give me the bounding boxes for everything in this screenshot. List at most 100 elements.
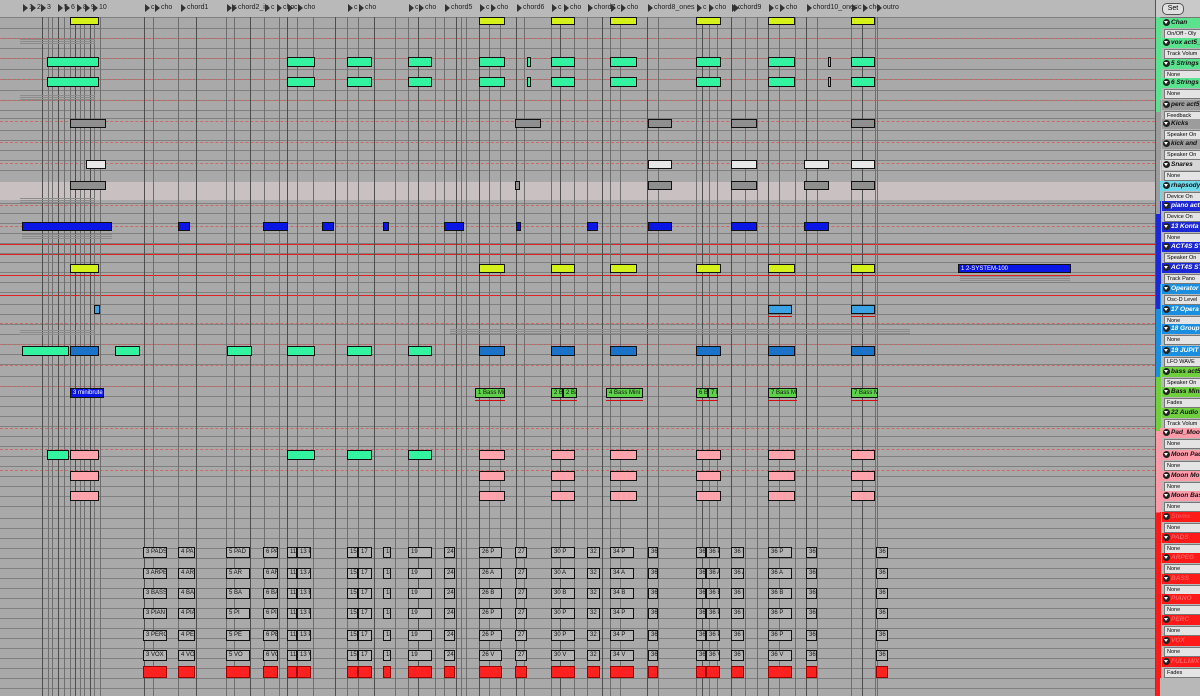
stem-clip[interactable]: 17 [358, 608, 372, 619]
stem-clip[interactable]: 11 P [287, 547, 297, 558]
stem-clip[interactable]: 13 P [297, 630, 311, 641]
track-title[interactable]: kick and [1162, 139, 1200, 149]
kick-clip[interactable] [731, 119, 757, 128]
kick-clip[interactable] [515, 119, 541, 128]
fold-icon[interactable] [1163, 554, 1170, 561]
moon-mo-clip[interactable] [479, 471, 505, 481]
fullmix-clip[interactable] [648, 666, 658, 678]
stem-clip[interactable]: 36 A [648, 568, 658, 579]
stem-clip[interactable]: 36 P [706, 547, 720, 558]
stem-clip[interactable]: 36 A [768, 568, 792, 579]
stem-clip[interactable]: 26 P [479, 608, 502, 619]
fold-icon[interactable] [1163, 60, 1170, 67]
rhapsody-clip[interactable] [804, 181, 829, 190]
stem-clip[interactable]: 27 [515, 630, 527, 641]
stem-clip[interactable]: 11 B [287, 588, 297, 599]
track-title[interactable]: ARPEG [1162, 553, 1200, 563]
stem-clip[interactable]: 18 VOX [383, 650, 391, 661]
pad-clip[interactable] [287, 450, 315, 460]
pad-clip[interactable] [47, 450, 69, 460]
stem-clip[interactable]: 36 V [648, 650, 658, 661]
track-header[interactable]: BASS None [1156, 574, 1200, 595]
strings-clip[interactable] [828, 77, 831, 87]
moon-mo-clip[interactable] [768, 471, 795, 481]
stem-clip[interactable]: 13 P [297, 608, 311, 619]
stem-clip[interactable]: 11 A [287, 568, 297, 579]
moon-bass-clip[interactable] [851, 491, 875, 501]
track-header[interactable]: ARPEG None [1156, 553, 1200, 574]
track-title[interactable]: ACT4S SYS [1162, 242, 1200, 252]
locator-marker[interactable]: cho [297, 1, 354, 15]
fold-icon[interactable] [1163, 306, 1170, 313]
track-title[interactable]: PIANO [1162, 594, 1200, 604]
piano-clip[interactable] [731, 222, 757, 231]
stem-clip[interactable]: 36 P [731, 608, 744, 619]
fold-icon[interactable] [1163, 161, 1170, 168]
stem-clip[interactable]: 19 [408, 547, 432, 558]
stem-clip[interactable]: 26 P [479, 547, 502, 558]
fold-icon[interactable] [1163, 575, 1170, 582]
stem-clip[interactable]: 5 VO [226, 650, 250, 661]
stem-clip[interactable]: 24 B [444, 588, 455, 599]
stem-clip[interactable]: 5 BA [226, 588, 250, 599]
stem-clip[interactable]: 36 P [648, 547, 658, 558]
track-header[interactable]: kick and Speaker On [1156, 139, 1200, 160]
stem-clip[interactable]: 32 [587, 630, 600, 641]
stem-clip[interactable]: 36 V [768, 650, 792, 661]
stem-clip[interactable]: 36 P [706, 630, 720, 641]
track-title[interactable]: 17 Opera [1162, 305, 1200, 315]
stem-clip[interactable]: 18 BASS [383, 588, 391, 599]
fold-icon[interactable] [1163, 347, 1170, 354]
automation-chooser[interactable]: None [1164, 439, 1200, 449]
fold-icon[interactable] [1163, 39, 1170, 46]
snare-clip[interactable] [648, 160, 672, 169]
stem-clip[interactable]: 36 B [706, 588, 720, 599]
track-title[interactable]: ACT4S ST [1162, 263, 1200, 273]
snare-clip[interactable] [851, 160, 875, 169]
locator-marker[interactable]: chord8_ones [647, 1, 703, 15]
strings-clip[interactable] [408, 77, 432, 87]
jupiter-clip[interactable] [479, 346, 505, 356]
fold-icon[interactable] [1163, 534, 1170, 541]
stem-clip[interactable]: 15 A [347, 568, 358, 579]
stem-clip[interactable]: 6 PA [263, 547, 278, 558]
track-header[interactable]: ACT4S SYS Speaker On [1156, 242, 1200, 263]
stem-clip[interactable]: 32 [587, 568, 600, 579]
strings-clip[interactable] [408, 57, 432, 67]
moon-mo-clip[interactable] [851, 471, 875, 481]
stem-clip[interactable]: 15 V [347, 650, 358, 661]
piano-clip[interactable] [178, 222, 190, 231]
jupiter-clip[interactable] [227, 346, 252, 356]
bass-clip[interactable]: 7 Bass Mini [768, 388, 797, 398]
track-title[interactable]: Chan [1162, 18, 1200, 28]
stem-clip[interactable]: 11 P [287, 608, 297, 619]
stem-clip[interactable]: 15 P [347, 608, 358, 619]
track-header[interactable]: 19 JUPIT LFO WAVE [1156, 346, 1200, 367]
fold-icon[interactable] [1163, 595, 1170, 602]
strings-clip[interactable] [610, 77, 637, 87]
track-header[interactable]: 13 Konta None [1156, 222, 1200, 243]
track-header-panel[interactable]: Set ChanOn/Off - Olyvox act5_h Track Volu… [1155, 0, 1200, 696]
stem-clip[interactable]: 36 P [696, 547, 706, 558]
fold-icon[interactable] [1163, 513, 1170, 520]
track-header[interactable]: 5 Strings None [1156, 59, 1200, 80]
stem-clip[interactable]: 4 AR [178, 568, 195, 579]
stem-clip[interactable]: 30 P [551, 608, 575, 619]
stem-clip[interactable]: 6 BA [263, 588, 278, 599]
stem-clip[interactable]: 32 [587, 608, 600, 619]
bass-clip[interactable]: 4 Bass Mini [606, 388, 643, 398]
stem-clip[interactable]: 36 P [648, 630, 658, 641]
jupiter-clip[interactable] [768, 346, 795, 356]
fullmix-clip[interactable] [408, 666, 432, 678]
piano-clip[interactable] [22, 222, 112, 231]
stem-clip[interactable]: 36 P [731, 547, 744, 558]
piano-clip[interactable] [383, 222, 389, 231]
stem-clip[interactable]: 36 P [696, 608, 706, 619]
stem-clip[interactable]: 13 V [297, 650, 311, 661]
moon-pad-clip[interactable] [610, 450, 637, 460]
track-title[interactable]: Moon Bas [1162, 491, 1200, 501]
track-header[interactable]: 17 Opera None [1156, 305, 1200, 326]
stem-clip[interactable]: 26 P [479, 630, 502, 641]
locator-marker[interactable]: outro [876, 1, 903, 15]
stem-clip[interactable]: 36 V [731, 650, 744, 661]
